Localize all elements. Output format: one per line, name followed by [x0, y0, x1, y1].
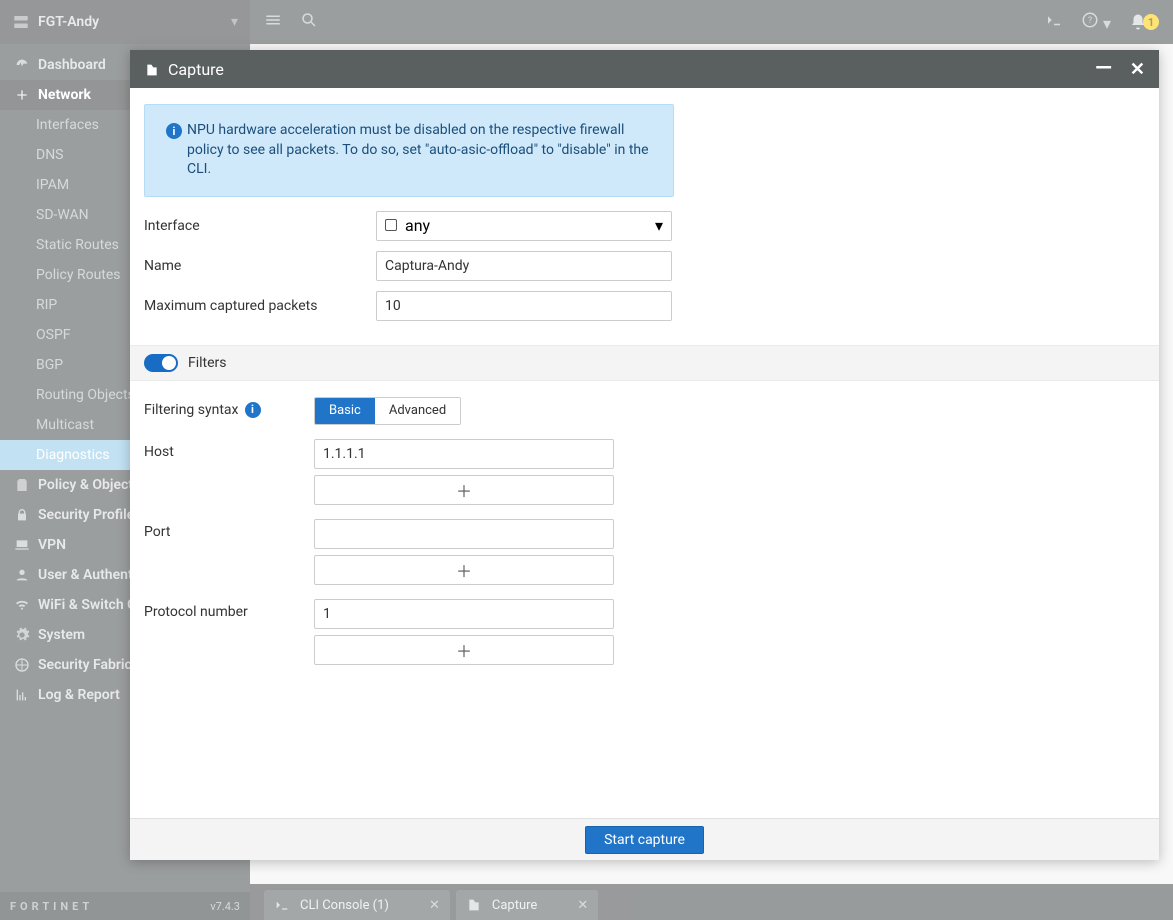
syntax-segmented-control: Basic Advanced: [314, 397, 461, 425]
interface-value: any: [405, 216, 430, 235]
info-icon: i: [161, 121, 187, 180]
panel-header: Capture — ✕: [130, 50, 1159, 88]
name-label: Name: [144, 258, 376, 274]
port-input[interactable]: [314, 519, 614, 549]
capture-panel: Capture — ✕ i NPU hardware acceleration …: [130, 50, 1159, 860]
syntax-advanced-button[interactable]: Advanced: [375, 398, 460, 424]
start-capture-button[interactable]: Start capture: [585, 826, 704, 854]
filters-header: Filters: [130, 345, 1159, 381]
add-port-button[interactable]: ＋: [314, 555, 614, 585]
square-icon: [385, 219, 397, 231]
host-label: Host: [144, 439, 314, 460]
add-host-button[interactable]: ＋: [314, 475, 614, 505]
max-packets-input[interactable]: [376, 291, 672, 321]
filters-toggle[interactable]: [144, 354, 178, 372]
capture-icon: [144, 60, 160, 79]
info-icon[interactable]: i: [245, 402, 261, 418]
filters-heading: Filters: [188, 355, 227, 371]
max-packets-label: Maximum captured packets: [144, 298, 376, 314]
port-label: Port: [144, 519, 314, 540]
plus-icon: ＋: [456, 478, 472, 502]
info-box: i NPU hardware acceleration must be disa…: [144, 104, 674, 197]
host-input[interactable]: [314, 439, 614, 469]
panel-footer: Start capture: [130, 818, 1159, 860]
plus-icon: ＋: [456, 638, 472, 662]
plus-icon: ＋: [456, 558, 472, 582]
protocol-label: Protocol number: [144, 599, 314, 620]
panel-title: Capture: [168, 60, 224, 79]
protocol-input[interactable]: [314, 599, 614, 629]
close-icon[interactable]: ✕: [1130, 59, 1145, 80]
filtering-syntax-label: Filtering syntax: [144, 402, 239, 418]
add-protocol-button[interactable]: ＋: [314, 635, 614, 665]
info-message: NPU hardware acceleration must be disabl…: [187, 121, 657, 180]
syntax-basic-button[interactable]: Basic: [315, 398, 375, 424]
chevron-down-icon: ▾: [655, 216, 663, 235]
interface-select[interactable]: any ▾: [376, 211, 672, 241]
interface-label: Interface: [144, 218, 376, 234]
name-input[interactable]: [376, 251, 672, 281]
